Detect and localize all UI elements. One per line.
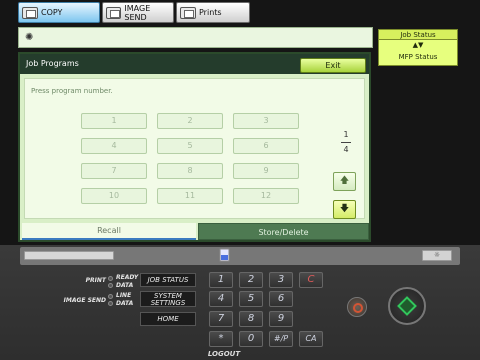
stop-button[interactable] [347, 297, 367, 317]
page-indicator: 1 4 [338, 130, 354, 155]
program-button-3[interactable]: 3 [233, 113, 299, 129]
job-programs-panel: Job Programs Exit Press program number. … [18, 52, 371, 242]
line-label: LINE [116, 292, 132, 299]
job-status-header: Job Status [379, 30, 457, 40]
tab-recall[interactable]: Recall [22, 223, 196, 240]
key-8[interactable]: 8 [239, 311, 263, 327]
exit-button[interactable]: Exit [300, 58, 366, 73]
data-label: DATA [116, 282, 134, 289]
page-current: 1 [343, 130, 349, 139]
page-down-button[interactable]: 🡇 [333, 200, 356, 219]
program-button-1[interactable]: 1 [81, 113, 147, 129]
program-button-2[interactable]: 2 [157, 113, 223, 129]
key-3[interactable]: 3 [269, 272, 293, 288]
mfp-status-label: MFP Status [398, 53, 438, 61]
program-button-11[interactable]: 11 [157, 188, 223, 204]
document-icon [219, 248, 230, 262]
key-4[interactable]: 4 [209, 291, 233, 307]
arrow-up-icon: 🡅 [339, 176, 350, 186]
data2-label: DATA [116, 300, 134, 307]
program-button-8[interactable]: 8 [157, 163, 223, 179]
program-button-10[interactable]: 10 [81, 188, 147, 204]
panel-body: Press program number. 1 2 3 4 5 6 7 8 9 … [24, 78, 365, 219]
start-icon [397, 296, 417, 316]
print-label: PRINT [85, 277, 106, 284]
tab-image-send[interactable]: IMAGE SEND [102, 2, 174, 23]
stop-icon [353, 303, 363, 313]
printer-icon [180, 6, 196, 19]
print-data-led [108, 283, 113, 288]
key-9[interactable]: 9 [269, 311, 293, 327]
job-status-hard-button[interactable]: JOB STATUS [140, 273, 196, 287]
prompt-text: Press program number. [31, 87, 113, 95]
touch-screen: COPY IMAGE SEND Prints ✺ Job Status ▲▼ M… [0, 0, 480, 245]
key-2[interactable]: 2 [239, 272, 263, 288]
send-data-led [108, 301, 113, 306]
tab-prints-label: Prints [199, 8, 222, 17]
page-total: 4 [343, 145, 349, 154]
tab-copy[interactable]: COPY [18, 2, 100, 23]
program-button-7[interactable]: 7 [81, 163, 147, 179]
key-asterisk[interactable]: * [209, 331, 233, 347]
system-settings-button[interactable]: SYSTEM SETTINGS [140, 291, 196, 307]
ready-label: READY [116, 274, 139, 281]
key-clear-all[interactable]: CA [299, 331, 323, 347]
up-down-arrows-icon: ▲▼ [412, 41, 424, 49]
program-button-5[interactable]: 5 [157, 138, 223, 154]
sun-icon: ☼ [433, 251, 441, 259]
key-0[interactable]: 0 [239, 331, 263, 347]
scanner-icon [106, 6, 122, 19]
page-up-button[interactable]: 🡅 [333, 172, 356, 191]
image-send-label: IMAGE SEND [63, 297, 106, 304]
key-hash-p[interactable]: #/P [269, 331, 293, 347]
arrow-down-icon: 🡇 [339, 204, 350, 214]
home-button[interactable]: HOME [140, 312, 196, 326]
job-status-button[interactable]: Job Status ▲▼ MFP Status [378, 29, 458, 66]
brightness-button[interactable]: ☼ [422, 250, 452, 261]
key-7[interactable]: 7 [209, 311, 233, 327]
panel-strip: ☼ [20, 247, 460, 265]
start-button[interactable] [388, 287, 426, 325]
tab-image-send-label: IMAGE SEND [124, 3, 151, 22]
message-bar: ✺ [18, 27, 373, 48]
page-divider [341, 142, 351, 143]
system-settings-line2: SETTINGS [150, 299, 186, 307]
usb-slot [24, 251, 114, 260]
info-icon: ✺ [25, 32, 34, 43]
key-clear[interactable]: C [299, 272, 323, 288]
tab-prints[interactable]: Prints [176, 2, 250, 23]
program-button-9[interactable]: 9 [233, 163, 299, 179]
program-button-12[interactable]: 12 [233, 188, 299, 204]
tab-store-delete[interactable]: Store/Delete [198, 223, 369, 240]
tab-copy-label: COPY [41, 8, 63, 17]
program-button-6[interactable]: 6 [233, 138, 299, 154]
logout-label: LOGOUT [207, 350, 241, 358]
key-5[interactable]: 5 [239, 291, 263, 307]
line-led [108, 294, 113, 299]
key-6[interactable]: 6 [269, 291, 293, 307]
copy-icon [22, 6, 38, 19]
print-ready-led [108, 276, 113, 281]
program-button-4[interactable]: 4 [81, 138, 147, 154]
key-1[interactable]: 1 [209, 272, 233, 288]
